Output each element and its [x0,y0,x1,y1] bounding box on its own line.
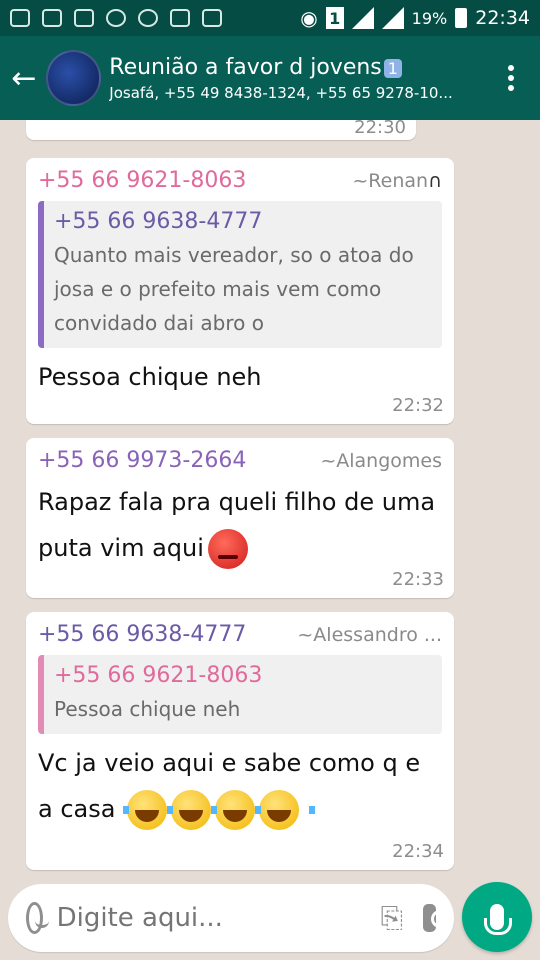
messenger-icon [10,9,30,27]
message-bubble[interactable]: +55 66 9638-4777 ~Alessandro ... +55 66 … [26,612,454,870]
title-badge: 1 [383,58,402,78]
mic-button[interactable] [462,882,532,952]
clipboard-icon [74,9,94,27]
message-time: 22:30 [354,120,406,138]
quoted-text: Quanto mais vereador, so o atoa do josa … [54,243,414,335]
message-text: Pessoa chique neh [38,363,262,391]
signal-icon [351,7,374,29]
signal-icon-2 [381,7,404,29]
mic-icon [484,904,512,935]
card-icon [202,9,222,27]
quoted-sender: +55 66 9638-4777 [54,209,263,234]
sender-phone[interactable]: +55 66 9638-4777 [38,622,246,647]
sim-icon: 1 [325,7,344,29]
back-arrow-icon[interactable]: ← [4,61,44,96]
message-bubble[interactable]: +55 66 9621-8063 ~Renan∩ +55 66 9638-477… [26,158,454,424]
battery-icon [455,8,468,28]
facebook-icon [42,9,62,27]
gallery-icon [170,9,190,27]
angry-face-emoji [207,529,248,569]
tears-of-joy-emoji [255,790,316,830]
sender-phone[interactable]: +55 66 9973-2664 [38,448,246,473]
sender-alias: ~Renan∩ [352,170,442,192]
tears-of-joy-emoji [211,790,272,830]
clock: 22:34 [475,7,530,29]
battery-percent: 19% [411,8,448,28]
tears-of-joy-emoji [123,790,184,830]
sender-row: +55 66 9621-8063 ~Renan∩ [38,168,442,193]
message-list[interactable]: 22:30 +55 66 9621-8063 ~Renan∩ +55 66 96… [0,120,540,880]
whatsapp-icon [106,9,126,27]
chat-header: ← Reunião a favor d jovens 1 Josafá, +55 … [0,36,540,120]
quoted-message[interactable]: +55 66 9621-8063 Pessoa chique neh [38,655,442,734]
sender-row: +55 66 9973-2664 ~Alangomes [38,448,442,473]
attach-icon[interactable]: ⎘ [381,901,403,935]
overflow-menu-icon[interactable] [496,65,526,91]
system-icons: ◉ 1 19% 22:34 [300,6,530,30]
tears-of-joy-emoji [167,790,228,830]
alias-text: ~Renan [352,170,429,192]
camera-icon[interactable] [422,904,450,932]
quoted-message[interactable]: +55 66 9638-4777 Quanto mais vereador, s… [38,201,442,348]
group-avatar[interactable] [45,50,102,106]
sender-alias: ~Alessandro ... [297,624,442,646]
message-time: 22:34 [392,841,444,862]
message-text: Vc ja veio aqui e sabe como q e a casa [38,740,438,832]
status-bar: ◉ 1 19% 22:34 [0,0,540,36]
sender-alias: ~Alangomes [320,450,442,472]
sender-row: +55 66 9638-4777 ~Alessandro ... [38,622,442,647]
chat-title-area[interactable]: Reunião a favor d jovens 1 Josafá, +55 49… [109,55,496,102]
quoted-sender: +55 66 9621-8063 [54,663,263,688]
message-bubble[interactable]: +55 66 9973-2664 ~Alangomes Rapaz fala p… [26,438,454,598]
group-participants: Josafá, +55 49 8438-1324, +55 65 9278-10… [109,83,453,102]
notification-icons [10,9,222,27]
emoji-picker-icon[interactable] [26,902,49,934]
compose-bar: ⎘ [0,880,540,960]
wifi-icon: ◉ [300,6,318,30]
message-text: Rapaz fala pra queli filho de uma puta v… [38,479,438,571]
quoted-text: Pessoa chique neh [54,697,241,721]
message-bubble-partial: 22:30 [26,120,416,140]
headphones-icon: ∩ [428,170,442,192]
sender-phone[interactable]: +55 66 9621-8063 [38,168,246,193]
group-title-text: Reunião a favor d jovens [109,54,382,80]
whatsapp-icon-2 [138,9,158,27]
message-input[interactable] [56,903,381,933]
compose-box: ⎘ [8,884,454,952]
message-time: 22:33 [392,569,444,590]
group-title: Reunião a favor d jovens 1 [109,55,496,80]
message-time: 22:32 [392,395,444,416]
